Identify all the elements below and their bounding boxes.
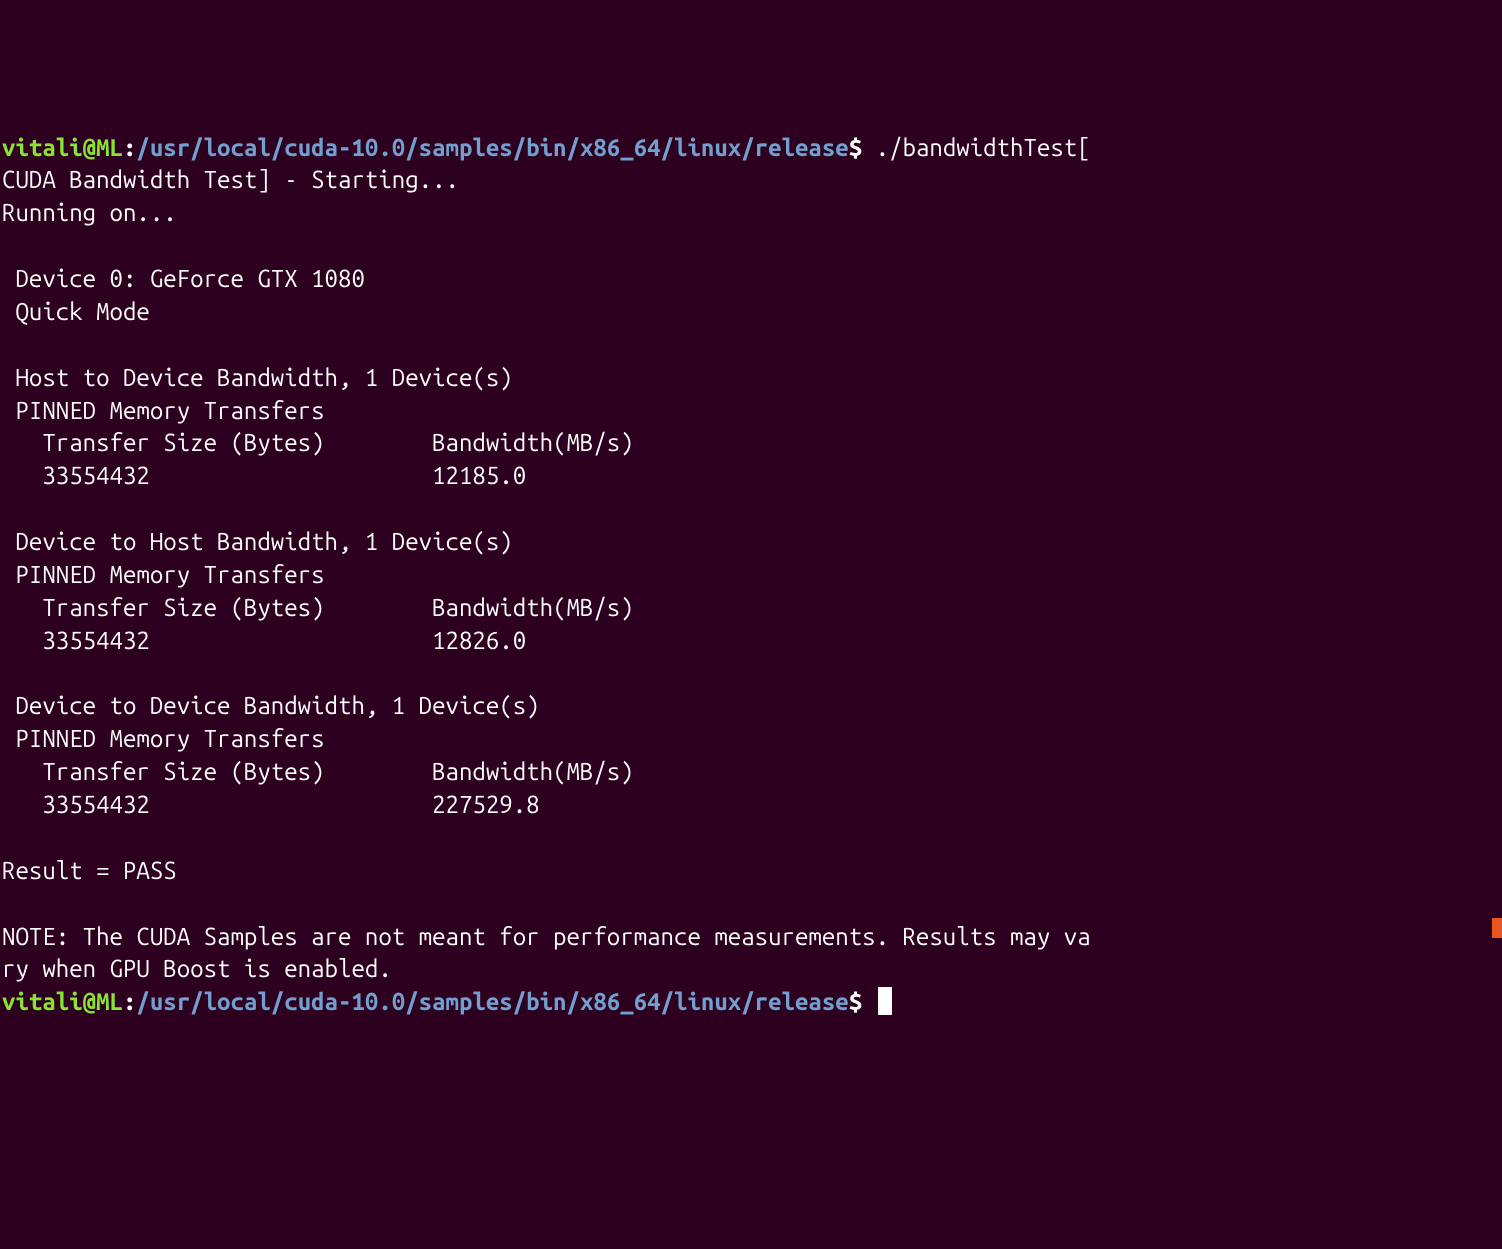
output-line: PINNED Memory Transfers bbox=[2, 397, 325, 424]
output-line: PINNED Memory Transfers bbox=[2, 725, 325, 752]
scrollbar-indicator[interactable] bbox=[1492, 918, 1502, 938]
output-line: NOTE: The CUDA Samples are not meant for… bbox=[2, 923, 1091, 950]
output-line: 33554432 12185.0 bbox=[2, 462, 526, 489]
output-line: CUDA Bandwidth Test] - Starting... bbox=[2, 166, 459, 193]
output-line: 33554432 227529.8 bbox=[2, 791, 540, 818]
output-line: Result = PASS bbox=[2, 857, 177, 884]
output-line: Host to Device Bandwidth, 1 Device(s) bbox=[2, 364, 513, 391]
output-line: Transfer Size (Bytes) Bandwidth(MB/s) bbox=[2, 758, 634, 785]
output-line: Transfer Size (Bytes) Bandwidth(MB/s) bbox=[2, 594, 634, 621]
output-line: PINNED Memory Transfers bbox=[2, 561, 325, 588]
prompt-colon: : bbox=[123, 988, 136, 1015]
prompt-colon: : bbox=[123, 134, 136, 161]
output-line: Quick Mode bbox=[2, 298, 150, 325]
prompt-user-host: vitali@ML bbox=[2, 988, 123, 1015]
output-line: Device to Device Bandwidth, 1 Device(s) bbox=[2, 692, 540, 719]
prompt-dollar: $ bbox=[849, 988, 862, 1015]
output-line: Running on... bbox=[2, 199, 177, 226]
prompt-path: /usr/local/cuda-10.0/samples/bin/x86_64/… bbox=[136, 988, 848, 1015]
output-line: 33554432 12826.0 bbox=[2, 627, 526, 654]
prompt-dollar: $ bbox=[849, 134, 862, 161]
prompt-user-host: vitali@ML bbox=[2, 134, 123, 161]
prompt-path: /usr/local/cuda-10.0/samples/bin/x86_64/… bbox=[136, 134, 848, 161]
output-line: Device 0: GeForce GTX 1080 bbox=[2, 265, 365, 292]
output-line: ry when GPU Boost is enabled. bbox=[2, 955, 392, 982]
output-line: Device to Host Bandwidth, 1 Device(s) bbox=[2, 528, 513, 555]
output-line: Transfer Size (Bytes) Bandwidth(MB/s) bbox=[2, 429, 634, 456]
terminal[interactable]: vitali@ML:/usr/local/cuda-10.0/samples/b… bbox=[0, 132, 1502, 1020]
command-text: ./bandwidthTest[ bbox=[862, 134, 1090, 161]
cursor[interactable] bbox=[878, 987, 892, 1015]
